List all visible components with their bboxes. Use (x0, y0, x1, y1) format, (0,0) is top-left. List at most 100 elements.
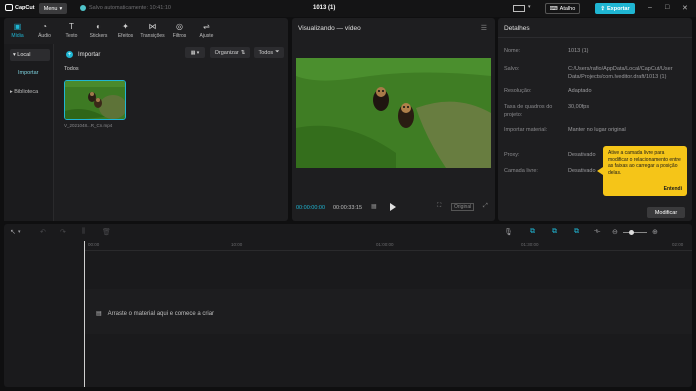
cursor-chevron-icon[interactable]: ▾ (18, 229, 21, 235)
media-thumbnail[interactable] (64, 80, 126, 120)
ruler-tick: 01:30:00 (521, 242, 539, 247)
filter-button[interactable]: Todos ⏷ (254, 47, 284, 58)
zoom-slider-handle[interactable] (629, 230, 634, 235)
detail-label-free-layer: Camada livre: (504, 168, 538, 174)
tab-label: Stickers (89, 33, 108, 39)
playhead[interactable] (84, 241, 85, 387)
audio-icon: ◔ (42, 22, 47, 31)
tab-audio[interactable]: ◔ Áudio (31, 18, 58, 44)
tab-text[interactable]: T Texto (58, 18, 85, 44)
import-label: Importar (78, 51, 101, 58)
minimize-icon[interactable]: – (648, 4, 652, 11)
divider (498, 37, 692, 38)
close-icon[interactable]: ✕ (682, 4, 688, 12)
zoom-slider[interactable] (623, 232, 647, 233)
capcut-logo-icon (5, 4, 13, 11)
detail-value-name: 1013 (1) (568, 48, 589, 54)
current-time: 00:00:00:00 (296, 205, 326, 211)
tooltip-dismiss-button[interactable]: Entendi (664, 186, 682, 193)
menu-button[interactable]: Menu ▾ (39, 3, 67, 14)
redo-icon[interactable]: ↷ (60, 228, 66, 236)
detail-label-saved: Salvo: (504, 66, 520, 72)
adjust-icon: ⇌ (203, 22, 210, 31)
crop-icon[interactable]: ⛶ (437, 203, 441, 210)
filters-icon: ◎ (176, 22, 183, 31)
media-icon: ▣ (13, 22, 22, 31)
microphone-icon[interactable]: 🎙 (504, 228, 513, 236)
project-title: 1013 (1) (313, 5, 336, 11)
hamburger-icon[interactable]: ☰ (481, 24, 487, 32)
sidebar-item-label: Biblioteca (14, 89, 39, 95)
timeline-toolbar: ↖ ▾ ↶ ↷ ⫼ 🗑 🎙 ⧉ ⧉ ⧉ ⟛ ⊖ ⊕ (4, 224, 692, 241)
section-label: Todos (64, 66, 79, 72)
import-button[interactable]: + Importar (66, 51, 100, 58)
filter-label: Todos (258, 49, 274, 56)
shortcut-button[interactable]: ⌨ Atalho (545, 3, 580, 14)
delete-icon[interactable]: 🗑 (102, 228, 111, 236)
tab-label: Efeitos (117, 33, 134, 39)
undo-icon[interactable]: ↶ (40, 228, 46, 236)
save-status: Salvo automaticamente: 10:41:10 (80, 5, 171, 11)
keyboard-icon: ⌨ (549, 5, 558, 12)
sort-icon: ⇅ (240, 49, 246, 56)
shortcut-label: Atalho (559, 5, 576, 12)
tab-transitions[interactable]: ⋈ Transições (139, 18, 166, 44)
zoom-in-icon[interactable]: ⊕ (652, 228, 658, 236)
details-title: Detalhes (504, 25, 530, 32)
tab-effects[interactable]: ✦ Efeitos (112, 18, 139, 44)
tab-label: Mídia (11, 33, 24, 39)
ruler-tick: 01:00:00 (376, 242, 394, 247)
tab-filters[interactable]: ◎ Filtros (166, 18, 193, 44)
detail-value-framerate: 30,00fps (568, 104, 590, 110)
timeline-ruler[interactable]: 00:00 10:00 01:00:00 01:30:00 02:00 (84, 241, 692, 251)
layout-chevron-icon[interactable]: ▾ (528, 4, 531, 10)
total-duration: 00:00:33:15 (333, 205, 363, 211)
media-library: + Importar ▦ ▾ Organizar ⇅ Todos ⏷ Todos (58, 44, 288, 221)
ruler-tick: 02:00 (672, 242, 684, 247)
sticker-icon: ◐ (96, 22, 101, 31)
modify-button[interactable]: Modificar (647, 207, 685, 218)
video-preview[interactable] (296, 58, 491, 168)
timeline-drop-hint: ▤ Arraste o material aqui e comece a cri… (96, 310, 215, 318)
grid-icon: ▦ ▾ (190, 49, 200, 56)
sidebar-item-local[interactable]: ▾ Local (10, 49, 50, 61)
view-mode-button[interactable]: ▦ ▾ (185, 47, 205, 58)
zoom-out-icon[interactable]: ⊖ (612, 228, 618, 236)
ruler-tick: 00:00 (88, 242, 100, 247)
linkage-icon[interactable]: ⧉ (574, 228, 579, 236)
ratio-button[interactable]: Original (451, 203, 475, 211)
maximize-icon[interactable]: □ (665, 4, 669, 11)
save-status-text: Salvo automaticamente: 10:41:10 (89, 5, 171, 11)
menu-label: Menu (43, 5, 58, 12)
timeline-panel: ↖ ▾ ↶ ↷ ⫼ 🗑 🎙 ⧉ ⧉ ⧉ ⟛ ⊖ ⊕ 00:00 10:00 01… (4, 224, 692, 387)
drop-hint-text: Arraste o material aqui e comece a criar (107, 310, 215, 317)
effects-icon: ✦ (122, 22, 129, 31)
text-icon: T (69, 22, 74, 31)
sidebar-item-importar[interactable]: Importar (18, 70, 38, 76)
video-thumbnail-image (65, 81, 125, 119)
split-icon[interactable]: ⫼ (82, 228, 85, 236)
filter-icon: ⏷ (275, 49, 280, 55)
tab-stickers[interactable]: ◐ Stickers (85, 18, 112, 44)
detail-value-import: Manter no lugar original (568, 127, 626, 133)
select-cursor-icon[interactable]: ↖ (10, 228, 16, 236)
sort-button[interactable]: Organizar ⇅ (210, 47, 250, 58)
play-icon[interactable] (389, 203, 397, 211)
fullscreen-icon[interactable]: ⤢ (483, 203, 488, 210)
cloud-check-icon (80, 5, 86, 11)
timeline-grid-icon[interactable]: ▦ (371, 203, 377, 210)
tab-media[interactable]: ▣ Mídia (4, 18, 31, 44)
preview-axis-icon[interactable]: ⟛ (594, 228, 600, 236)
detail-label-import: Importar material: (504, 127, 548, 133)
main-track-magnet-icon[interactable]: ⧉ (530, 228, 535, 236)
auto-snap-icon[interactable]: ⧉ (552, 228, 557, 236)
media-file-name: V_2021048...R_Cn.mp4 (64, 123, 113, 128)
export-button[interactable]: ⇪ Exportar (595, 3, 635, 14)
tab-label: Filtros (172, 33, 187, 39)
player-panel: Visualizando — vídeo ☰ 00:00:00:00 00:00… (292, 18, 495, 221)
layout-icon[interactable] (513, 5, 525, 12)
sidebar-item-biblioteca[interactable]: ▸ Biblioteca (10, 89, 38, 95)
detail-label-proxy: Proxy: (504, 152, 520, 158)
tab-adjust[interactable]: ⇌ Ajuste (193, 18, 220, 44)
tab-label: Transições (140, 33, 165, 39)
